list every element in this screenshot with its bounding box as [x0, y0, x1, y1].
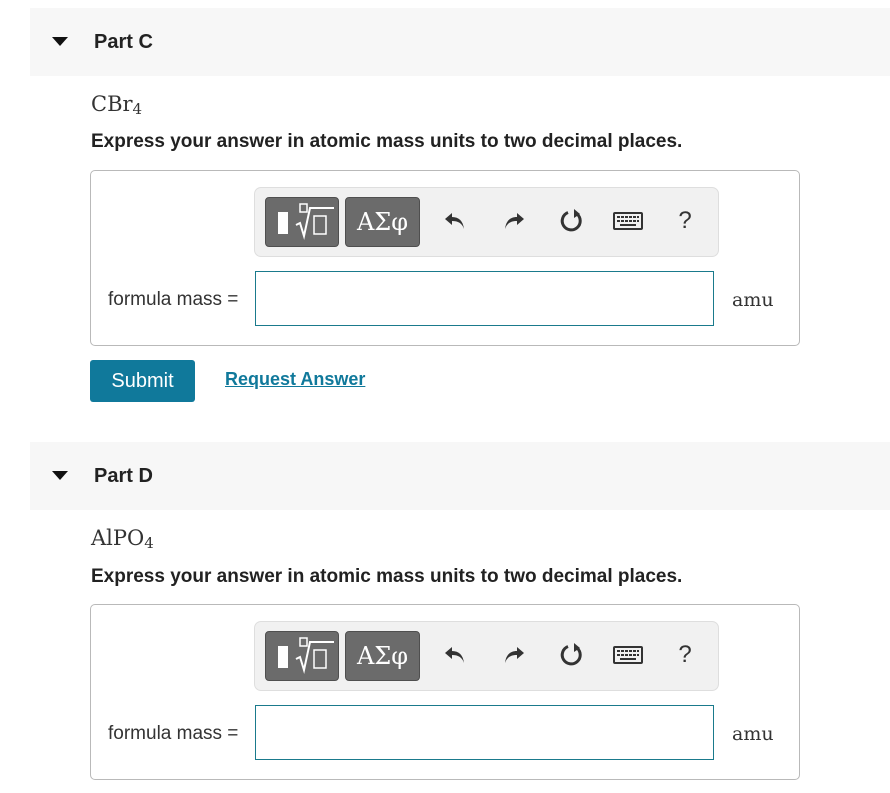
formula-mass-input[interactable] — [255, 271, 714, 326]
reset-icon[interactable] — [554, 638, 588, 672]
block-glyph — [278, 646, 288, 668]
collapse-caret-icon[interactable] — [52, 471, 68, 480]
part-title: Part C — [94, 31, 153, 53]
part-d-header[interactable]: Part D — [30, 442, 890, 510]
instruction-text: Express your answer in atomic mass units… — [91, 131, 683, 152]
reset-icon[interactable] — [554, 204, 588, 238]
templates-button[interactable] — [265, 197, 339, 247]
undo-icon[interactable] — [438, 638, 472, 672]
math-toolbar: ΑΣφ ? — [254, 187, 719, 257]
instruction-text: Express your answer in atomic mass units… — [91, 566, 683, 587]
redo-icon[interactable] — [497, 638, 531, 672]
part-c-header[interactable]: Part C — [30, 8, 890, 76]
chemical-formula: CBr4 — [91, 92, 143, 118]
math-toolbar: ΑΣφ ? — [254, 621, 719, 691]
templates-button[interactable] — [265, 631, 339, 681]
templates-icon — [295, 203, 334, 240]
unit-label: amu — [732, 723, 774, 745]
part-title: Part D — [94, 465, 153, 487]
keyboard-icon[interactable] — [611, 638, 645, 672]
submit-button[interactable]: Submit — [90, 360, 195, 402]
block-glyph — [278, 212, 288, 234]
greek-symbols-button[interactable]: ΑΣφ — [345, 631, 420, 681]
formula-mass-input[interactable] — [255, 705, 714, 760]
help-icon[interactable]: ? — [668, 204, 702, 238]
unit-label: amu — [732, 289, 774, 311]
templates-icon — [295, 637, 334, 674]
undo-icon[interactable] — [438, 204, 472, 238]
redo-icon[interactable] — [497, 204, 531, 238]
keyboard-icon[interactable] — [611, 204, 645, 238]
input-label: formula mass = — [108, 289, 239, 310]
greek-symbols-button[interactable]: ΑΣφ — [345, 197, 420, 247]
answer-box: ΑΣφ ? formula mass = amu — [90, 170, 800, 346]
input-label: formula mass = — [108, 723, 239, 744]
request-answer-link[interactable]: Request Answer — [225, 369, 365, 390]
answer-box: ΑΣφ ? formula mass = amu — [90, 604, 800, 780]
help-icon[interactable]: ? — [668, 638, 702, 672]
collapse-caret-icon[interactable] — [52, 37, 68, 46]
chemical-formula: AlPO4 — [91, 526, 154, 552]
